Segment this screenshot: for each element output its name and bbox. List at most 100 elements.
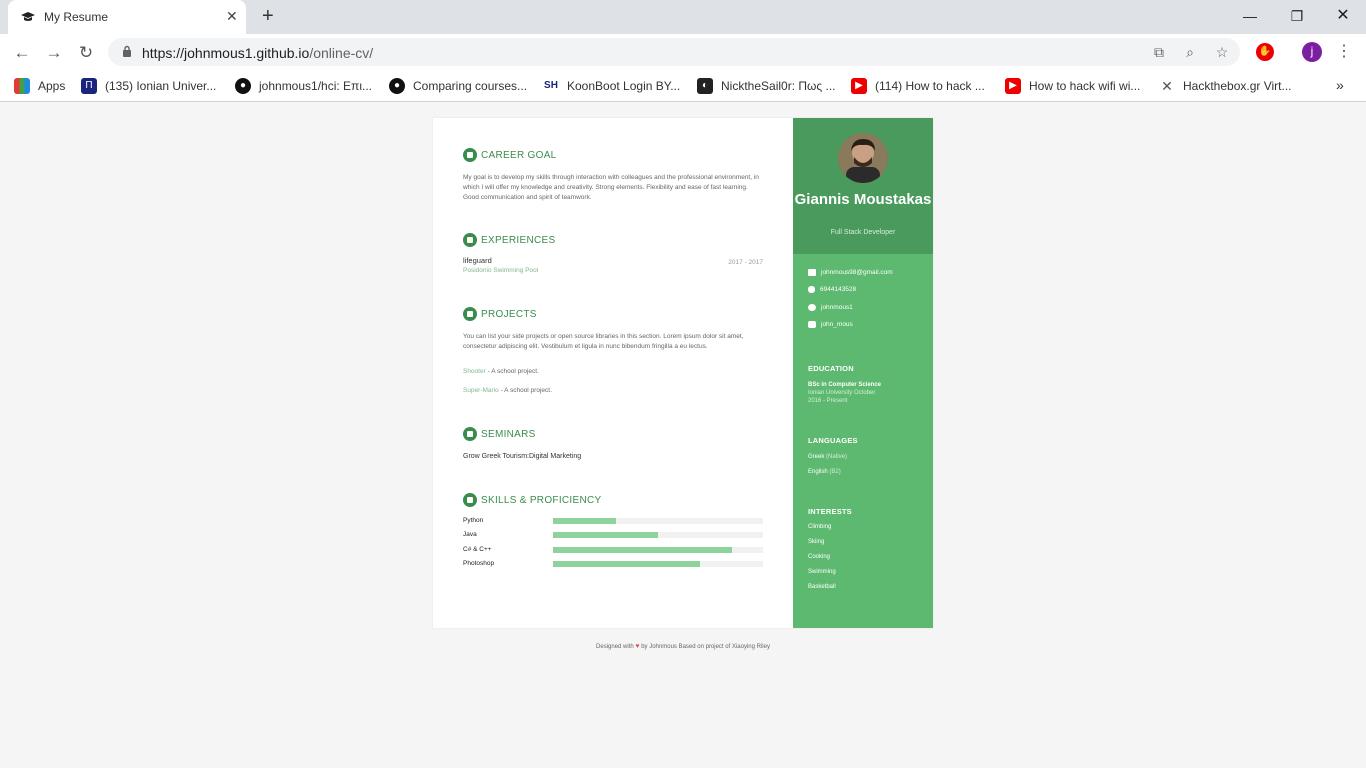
more-bookmarks-icon[interactable]: »: [1336, 77, 1344, 93]
forward-arrow-icon[interactable]: →: [44, 43, 64, 63]
envelope-icon: [808, 269, 816, 276]
projects-intro: You can list your side projects or open …: [463, 333, 744, 350]
skill-name: Java: [463, 531, 477, 538]
school-text: Ionian University October: [808, 390, 876, 396]
language-name: English: [808, 469, 828, 475]
bookmark-youtube-1[interactable]: ▶ (114) How to hack ...: [851, 77, 985, 95]
interest-item: Cooking: [808, 554, 831, 560]
profile-tagline: Full Stack Developer: [830, 229, 896, 236]
projects-title: PROJECTS: [481, 308, 537, 320]
bookmark-comparing[interactable]: ● Comparing courses...: [389, 77, 527, 95]
seminars-title: SEMINARS: [481, 428, 536, 440]
page-content: CAREER GOAL My goal is to develop my ski…: [0, 103, 1366, 768]
close-tab-icon[interactable]: ✕: [226, 8, 238, 24]
phone-icon: [808, 286, 815, 293]
restore-icon[interactable]: ❐: [1287, 6, 1307, 26]
close-window-icon[interactable]: ✕: [1333, 6, 1353, 26]
interest-item: Swimming: [808, 569, 836, 575]
bookmark-label: Comparing courses...: [413, 79, 528, 93]
apps-grid-icon: [14, 78, 30, 94]
experience-company: Posidonio Swimming Pool: [463, 267, 539, 274]
skills-title: SKILLS & PROFICIENCY: [481, 494, 602, 506]
bookmark-koonboot[interactable]: SH KoonBoot Login BY...: [543, 77, 680, 95]
ionian-university-icon: Π: [81, 78, 97, 94]
interest-item: Basketball: [808, 584, 836, 590]
tab-my-resume[interactable]: My Resume ✕: [8, 0, 246, 34]
bookmark-star-icon[interactable]: ☆: [1213, 43, 1231, 61]
education-heading: EDUCATION: [808, 364, 854, 373]
heart-icon: ♥: [635, 643, 640, 650]
education-dates: 2016 - Present: [808, 397, 847, 405]
skill-bar: [553, 561, 763, 567]
hackthebox-icon: ✕: [1159, 78, 1175, 94]
youtube-icon: ▶: [851, 78, 867, 94]
profile-name: Giannis Moustakas: [794, 191, 932, 208]
url-path: /online-cv/: [309, 45, 374, 61]
resume-main: CAREER GOAL My goal is to develop my ski…: [433, 118, 793, 628]
interest-item: Skiing: [808, 539, 825, 545]
phone-text: 6944143528: [820, 286, 857, 293]
translate-icon[interactable]: ⧉: [1150, 43, 1168, 61]
bookmark-youtube-2[interactable]: ▶ How to hack wifi wi...: [1005, 77, 1140, 95]
career-goal-text: My goal is to develop my skills through …: [463, 174, 759, 201]
address-bar[interactable]: https://johnmous1.github.io/online-cv/ ⧉…: [108, 38, 1240, 66]
back-arrow-icon[interactable]: ←: [12, 43, 32, 63]
skill-bar-fill: [553, 561, 700, 567]
footer-post: by Johnmous Based on project of Xiaoying…: [641, 644, 770, 650]
bookmark-hackthebox[interactable]: ✕ Hackthebox.gr Virt...: [1159, 77, 1292, 95]
skill-bar: [553, 532, 763, 538]
skill-bar-fill: [553, 547, 732, 553]
bookmark-label: Hackthebox.gr Virt...: [1183, 79, 1292, 93]
minimize-icon[interactable]: —: [1240, 6, 1260, 26]
url-text[interactable]: https://johnmous1.github.io/online-cv/: [142, 45, 373, 61]
skill-row: Java: [463, 531, 763, 539]
zoom-icon[interactable]: ⌕: [1181, 43, 1199, 61]
site-icon: ◐: [697, 78, 713, 94]
footer-pre: Designed with: [596, 644, 634, 650]
projects-heading: PROJECTS: [463, 307, 537, 321]
youtube-icon: ▶: [1005, 78, 1021, 94]
tab-title: My Resume: [44, 10, 109, 24]
contact-github[interactable]: johnmous1: [808, 304, 853, 311]
skill-bar-fill: [553, 518, 616, 524]
skill-name: Python: [463, 517, 484, 524]
project-link[interactable]: Super-Mario: [463, 387, 499, 394]
profile-header: Giannis Moustakas Full Stack Developer: [793, 118, 933, 254]
bookmark-hci[interactable]: ● johnmous1/hci: Επι...: [235, 77, 372, 95]
profile-avatar[interactable]: j: [1302, 42, 1322, 62]
project-desc: - A school project.: [498, 387, 552, 394]
reload-icon[interactable]: ↻: [76, 43, 96, 63]
interest-item: Climbing: [808, 524, 832, 530]
contact-instagram[interactable]: john_mous: [808, 321, 853, 328]
contact-phone[interactable]: 6944143528: [808, 286, 856, 293]
skills-heading: SKILLS & PROFICIENCY: [463, 493, 601, 507]
new-tab-button[interactable]: +: [262, 5, 274, 27]
bookmark-label: How to hack wifi wi...: [1029, 79, 1141, 93]
bookmark-nickthesailor[interactable]: ◐ NicktheSail0r: Πως ...: [697, 77, 836, 95]
url-host: https://johnmous1.github.io: [142, 45, 310, 61]
seminar-item: Grow Greek Tourism:Digital Marketing: [463, 453, 582, 460]
koonboot-icon: SH: [543, 78, 559, 94]
bookmark-apps[interactable]: Apps: [14, 77, 65, 95]
menu-dots-icon[interactable]: ⋮: [1336, 42, 1352, 62]
user-icon: [463, 148, 477, 162]
contact-email[interactable]: johnmous98@gmail.com: [808, 269, 893, 276]
lock-icon: [123, 45, 131, 57]
skill-name: Photoshop: [463, 560, 495, 567]
bookmark-ionian[interactable]: Π (135) Ionian Univer...: [81, 77, 216, 95]
project-desc: - A school project.: [485, 368, 539, 375]
education-degree: BSc in Computer Science: [808, 382, 882, 388]
project-link[interactable]: Shooter: [463, 368, 486, 375]
skill-row: Photoshop: [463, 560, 763, 568]
project-item: Shooter - A school project.: [463, 367, 763, 377]
bookmark-label: NicktheSail0r: Πως ...: [721, 79, 836, 93]
page-footer: Designed with ♥ by Johnmous Based on pro…: [0, 643, 1366, 650]
briefcase-icon: [463, 233, 477, 247]
dates-text: 2016 - Present: [808, 398, 848, 404]
career-goal-title: CAREER GOAL: [481, 149, 557, 161]
seminars-heading: SEMINARS: [463, 427, 536, 441]
skill-bar-fill: [553, 532, 658, 538]
extension-icon[interactable]: ✋: [1256, 43, 1274, 61]
profile-photo: [838, 133, 888, 183]
email-text: johnmous98@gmail.com: [821, 269, 893, 276]
